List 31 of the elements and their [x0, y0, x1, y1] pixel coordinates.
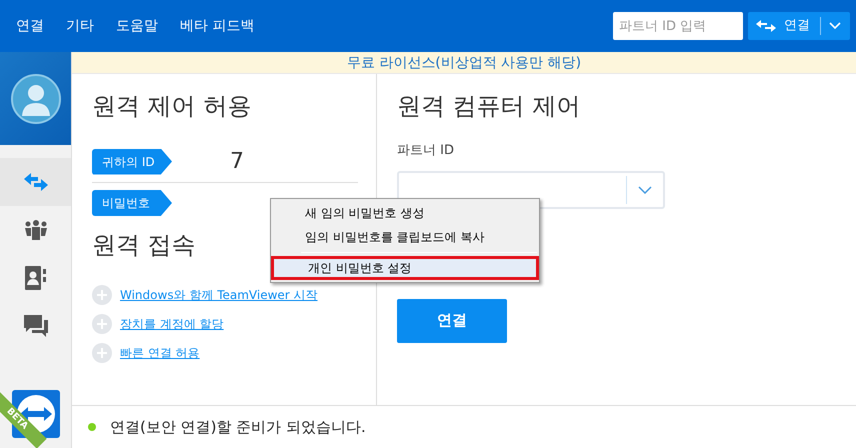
menu-item[interactable]: 기타: [56, 11, 104, 41]
menu-item[interactable]: 연결: [6, 11, 54, 41]
field-label: 파트너 ID: [397, 142, 455, 160]
chat-icon: [24, 315, 48, 337]
menu-item[interactable]: 임의 비밀번호를 클립보드에 복사: [271, 225, 539, 249]
link[interactable]: Windows와 함께 TeamViewer 시작: [120, 286, 318, 304]
menu-item[interactable]: 베타 피드백: [170, 11, 264, 41]
people-icon: [24, 220, 48, 240]
license-banner: 무료 라이선스(비상업적 사용만 해당): [72, 52, 856, 74]
id-value: 7: [230, 148, 244, 176]
chevron-down-icon: [829, 22, 841, 30]
contact-card-icon: [25, 266, 46, 290]
avatar-icon: [10, 74, 60, 124]
link[interactable]: 장치를 계정에 할당: [120, 315, 224, 333]
sidebar-item[interactable]: [0, 158, 71, 206]
section-title: 원격 제어 허용: [92, 91, 252, 122]
arrows-icon: [756, 20, 776, 32]
id-label: 귀하의 ID: [92, 148, 172, 174]
chevron-down-icon: [638, 186, 652, 194]
partner-id-field[interactable]: 파트너 ID 입력: [613, 12, 743, 40]
connect-button[interactable]: 연결: [748, 12, 850, 40]
connect-button[interactable]: 연결: [397, 298, 507, 342]
menu-item[interactable]: 새 임의 비밀번호 생성: [271, 201, 539, 225]
arrows-icon: [24, 173, 48, 191]
section-title: 원격 접속: [92, 230, 196, 261]
status-text: 연결(보안 연결)할 준비가 되었습니다.: [110, 416, 366, 438]
link[interactable]: 빠른 연결 허용: [120, 344, 200, 362]
password-label: 비밀번호: [92, 190, 172, 216]
menu-item[interactable]: 도움말: [106, 11, 168, 41]
section-title: 원격 컴퓨터 제어: [397, 91, 582, 122]
menu-item[interactable]: 개인 비밀번호 설정: [271, 256, 539, 280]
